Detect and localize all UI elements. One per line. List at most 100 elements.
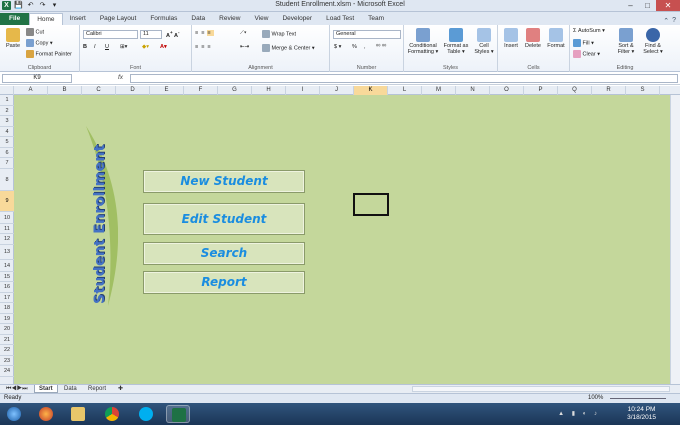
- percent-button[interactable]: %: [352, 44, 357, 50]
- tab-file[interactable]: File: [0, 13, 30, 25]
- row-header[interactable]: 7: [0, 158, 14, 169]
- fill-button[interactable]: Fill ▾: [573, 39, 594, 47]
- font-color-icon[interactable]: A▾: [160, 44, 167, 50]
- row-header[interactable]: 4: [0, 127, 14, 137]
- tab-review[interactable]: Review: [212, 13, 247, 25]
- row-header[interactable]: 11: [0, 224, 14, 234]
- row-header[interactable]: 18: [0, 303, 14, 314]
- close-button[interactable]: ✕: [656, 0, 680, 11]
- taskbar-clock[interactable]: 10:24 PM 3/18/2015: [627, 406, 656, 422]
- row-header[interactable]: 12: [0, 234, 14, 245]
- cell-styles-button[interactable]: Cell Styles ▾: [472, 28, 496, 55]
- row-header[interactable]: 20: [0, 324, 14, 335]
- insert-function-icon[interactable]: fx: [118, 74, 123, 81]
- taskbar-explorer[interactable]: [66, 405, 90, 423]
- column-header[interactable]: K: [354, 86, 388, 95]
- format-painter-button[interactable]: Format Painter: [26, 50, 72, 58]
- underline-button[interactable]: U: [105, 44, 109, 50]
- font-size-select[interactable]: 11: [140, 30, 162, 39]
- tab-developer[interactable]: Developer: [275, 13, 319, 25]
- borders-icon[interactable]: ⊞▾: [120, 44, 127, 50]
- select-all-corner[interactable]: [0, 86, 14, 95]
- font-family-select[interactable]: Calibri: [83, 30, 138, 39]
- maximize-button[interactable]: □: [639, 0, 656, 11]
- column-header[interactable]: J: [320, 86, 354, 95]
- number-format-select[interactable]: General: [333, 30, 401, 39]
- row-header[interactable]: 6: [0, 148, 14, 158]
- tab-data[interactable]: Data: [184, 13, 212, 25]
- row-header[interactable]: 9: [0, 190, 14, 212]
- sheet-nav-icons[interactable]: ⏮◀▶⏭: [2, 385, 32, 393]
- row-header[interactable]: 15: [0, 272, 14, 282]
- taskbar-chrome[interactable]: [100, 405, 124, 423]
- start-button[interactable]: [2, 405, 26, 423]
- cut-button[interactable]: Cut: [26, 28, 44, 36]
- search-button[interactable]: Search: [143, 242, 305, 265]
- bold-button[interactable]: B: [83, 44, 87, 50]
- horizontal-align-icons[interactable]: ≡≡≡: [195, 44, 214, 50]
- zoom-slider[interactable]: [610, 398, 666, 399]
- minimize-button[interactable]: –: [622, 0, 639, 11]
- row-header[interactable]: 10: [0, 212, 14, 224]
- row-header[interactable]: 1: [0, 95, 14, 106]
- format-cells-button[interactable]: Format: [544, 28, 568, 49]
- column-header[interactable]: R: [592, 86, 626, 95]
- column-header[interactable]: I: [286, 86, 320, 95]
- tab-home[interactable]: Home: [29, 13, 63, 25]
- help-icon[interactable]: ?: [672, 17, 676, 25]
- column-header[interactable]: M: [422, 86, 456, 95]
- comma-button[interactable]: ,: [364, 44, 366, 50]
- row-header[interactable]: 14: [0, 260, 14, 272]
- edit-student-button[interactable]: Edit Student: [143, 203, 305, 235]
- delete-cells-button[interactable]: Delete: [522, 28, 544, 49]
- report-button[interactable]: Report: [143, 271, 305, 294]
- row-header[interactable]: 24: [0, 366, 14, 377]
- row-header[interactable]: 3: [0, 116, 14, 127]
- column-header[interactable]: S: [626, 86, 660, 95]
- find-select-button[interactable]: Find & Select ▾: [640, 28, 666, 55]
- copy-button[interactable]: Copy ▾: [26, 39, 53, 47]
- clear-button[interactable]: Clear ▾: [573, 50, 600, 58]
- taskbar-skype[interactable]: [134, 405, 158, 423]
- column-header[interactable]: B: [48, 86, 82, 95]
- new-sheet-icon[interactable]: ✚: [114, 385, 127, 393]
- column-header[interactable]: L: [388, 86, 422, 95]
- name-box[interactable]: K9: [2, 74, 72, 83]
- merge-center-button[interactable]: Merge & Center ▾: [262, 44, 315, 52]
- currency-button[interactable]: $ ▾: [334, 44, 341, 50]
- row-header[interactable]: 8: [0, 169, 14, 191]
- sort-filter-button[interactable]: Sort & Filter ▾: [614, 28, 638, 55]
- tab-insert[interactable]: Insert: [63, 13, 93, 25]
- formula-input[interactable]: [130, 74, 678, 83]
- column-header[interactable]: G: [218, 86, 252, 95]
- column-header[interactable]: C: [82, 86, 116, 95]
- column-header[interactable]: N: [456, 86, 490, 95]
- worksheet-grid[interactable]: ABCDEFGHIJKLMNOPQRS 1 2 3 4 5 6 7 8 9 10 11 12 13 14 1…: [0, 86, 680, 384]
- zoom-level[interactable]: 100%: [588, 395, 603, 401]
- fill-color-icon[interactable]: ◆▾: [142, 44, 149, 50]
- row-header[interactable]: 22: [0, 345, 14, 356]
- column-header[interactable]: E: [150, 86, 184, 95]
- column-header[interactable]: Q: [558, 86, 592, 95]
- tab-formulas[interactable]: Formulas: [143, 13, 184, 25]
- orientation-icon[interactable]: ⟋▾: [240, 30, 247, 37]
- row-header[interactable]: 16: [0, 282, 14, 293]
- column-header[interactable]: O: [490, 86, 524, 95]
- row-header[interactable]: 13: [0, 245, 14, 260]
- horizontal-scrollbar[interactable]: [412, 386, 670, 392]
- row-header[interactable]: 19: [0, 314, 14, 324]
- taskbar-excel[interactable]: [166, 405, 190, 423]
- tab-team[interactable]: Team: [361, 13, 391, 25]
- sheet-tab-start[interactable]: Start: [34, 385, 58, 393]
- conditional-formatting-button[interactable]: Conditional Formatting ▾: [406, 28, 440, 55]
- autosum-button[interactable]: Σ AutoSum ▾: [573, 28, 605, 34]
- new-student-button[interactable]: New Student: [143, 170, 305, 193]
- tab-load-test[interactable]: Load Test: [319, 13, 361, 25]
- wrap-text-button[interactable]: Wrap Text: [262, 30, 296, 38]
- row-header[interactable]: 2: [0, 106, 14, 116]
- tab-view[interactable]: View: [247, 13, 275, 25]
- collapse-ribbon-icon[interactable]: ⌃: [663, 17, 669, 25]
- column-header[interactable]: A: [14, 86, 48, 95]
- row-header[interactable]: 23: [0, 356, 14, 366]
- tab-page-layout[interactable]: Page Layout: [93, 13, 144, 25]
